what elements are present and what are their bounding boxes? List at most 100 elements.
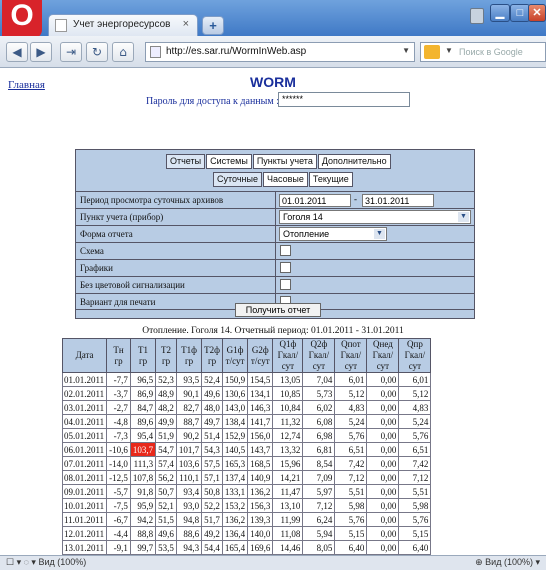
column-header: Т2 гр: [155, 338, 177, 373]
value-cell: 14,46: [272, 540, 304, 555]
value-cell: 51,7: [201, 512, 223, 527]
column-header: Q1ф Гкал/сут: [272, 338, 304, 373]
value-cell: 52,1: [155, 498, 177, 513]
column-header: Qпот Гкал/сут: [334, 338, 368, 373]
value-cell: 51,5: [155, 512, 177, 527]
value-cell: 52,3: [155, 372, 177, 387]
value-cell: 54,3: [201, 442, 223, 457]
tab-hourly[interactable]: Часовые: [262, 172, 308, 187]
value-cell: -10,6: [106, 442, 131, 457]
table-row: 01.01.2011 -7,7 96,5 52,3 93,5 52,4 150,9 154,5…: [61, 372, 432, 387]
value-cell: 54,4: [201, 540, 223, 555]
chevron-down-icon[interactable]: ▼: [402, 46, 410, 55]
close-window-button[interactable]: ✕: [528, 4, 546, 22]
date-from-field[interactable]: 01.01.2011: [279, 194, 351, 207]
value-cell: 5,76: [398, 428, 432, 443]
search-engine-icon[interactable]: [424, 45, 440, 59]
value-cell: 57,1: [201, 470, 223, 485]
column-header: Qнед Гкал/сут: [366, 338, 400, 373]
tab-uchet-energoresursov[interactable]: Учет энергоресурсов ×: [48, 14, 198, 36]
scheme-label: Схема: [80, 246, 104, 256]
tab-current[interactable]: Текущие: [308, 172, 353, 187]
value-cell: 140,5: [221, 442, 249, 457]
report-table: Дата Тн гр Т1 гр Т2 гр Т1ф гр Т2ф гр G1ф т/сут G2ф т/с…: [61, 338, 432, 555]
value-cell: 143,7: [247, 442, 274, 457]
value-cell: 93,0: [175, 498, 203, 513]
back-icon[interactable]: ◀: [6, 42, 28, 62]
chevron-down-icon[interactable]: ▼: [374, 229, 385, 239]
table-body: 01.01.2011 -7,7 96,5 52,3 93,5 52,4 150,9 154,5…: [61, 372, 432, 555]
value-cell: 0,00: [366, 372, 400, 387]
value-cell: 10,84: [272, 400, 304, 415]
get-report-button[interactable]: Получить отчет: [235, 303, 321, 317]
table-row: 06.01.2011 -10,6 103,7 54,7 101,7 54,3 140,5 14…: [61, 442, 432, 457]
search-input[interactable]: ▼ Поиск в Google: [420, 42, 546, 62]
value-cell: 165,3: [221, 456, 249, 471]
value-cell: 136,2: [247, 484, 274, 499]
maximize-button[interactable]: □: [510, 4, 530, 22]
value-cell: -3,7: [106, 386, 131, 401]
value-cell: 95,4: [129, 428, 157, 443]
table-header-row: Дата Тн гр Т1 гр Т2 гр Т1ф гр Т2ф гр G1ф т/сут G2ф т/с…: [61, 338, 432, 373]
status-bar: ☐ ▾ ◌ ▾ Вид (100%) ⊕ Вид (100%) ▾: [0, 555, 546, 570]
value-cell: 110,1: [175, 470, 203, 485]
tab-systems[interactable]: Системы: [206, 154, 252, 169]
address-bar[interactable]: http://es.sar.ru/WormInWeb.asp ▼: [145, 42, 415, 62]
value-cell: -5,7: [106, 484, 131, 499]
value-cell: -12,5: [106, 470, 131, 485]
report-form-value: Отопление: [283, 229, 330, 239]
fast-forward-icon[interactable]: ⇥: [60, 42, 82, 62]
tab-metering-points[interactable]: Пункты учета: [252, 154, 317, 169]
home-icon[interactable]: ⌂: [112, 42, 134, 62]
value-cell: 169,6: [247, 540, 274, 555]
value-cell: 5,98: [334, 498, 368, 513]
value-cell: 94,2: [129, 512, 157, 527]
date-cell: 01.01.2011: [61, 372, 108, 387]
date-cell: 12.01.2011: [61, 526, 108, 541]
opera-menu-button[interactable]: O: [2, 0, 42, 38]
scheme-row: Схема: [76, 242, 474, 259]
forward-icon[interactable]: ▶: [30, 42, 52, 62]
minimize-button[interactable]: ▁: [490, 4, 510, 22]
reload-icon[interactable]: ↻: [86, 42, 108, 62]
no-color-checkbox[interactable]: [280, 279, 291, 290]
close-tab-icon[interactable]: ×: [183, 18, 189, 30]
zoom-control[interactable]: ⊕ Вид (100%) ▾: [475, 557, 540, 568]
value-cell: 88,7: [175, 414, 203, 429]
table-row: 10.01.2011 -7,5 95,9 52,1 93,0 52,2 153,2 156,3…: [61, 498, 432, 513]
value-cell: 5,76: [334, 428, 368, 443]
value-cell: 0,00: [366, 414, 400, 429]
tab-additional[interactable]: Дополнительно: [317, 154, 391, 169]
tab-daily[interactable]: Суточные: [213, 172, 262, 187]
value-cell: 4,83: [398, 400, 432, 415]
period-label: Период просмотра суточных архивов: [80, 195, 224, 205]
date-cell: 11.01.2011: [61, 512, 108, 527]
value-cell: 11,08: [272, 526, 304, 541]
graphs-checkbox[interactable]: [280, 262, 291, 273]
value-cell: 0,00: [366, 526, 400, 541]
value-cell: 0,00: [366, 484, 400, 499]
chevron-down-icon[interactable]: ▼: [458, 212, 469, 222]
value-cell: 6,81: [302, 442, 336, 457]
password-field[interactable]: ******: [278, 92, 410, 107]
address-text: http://es.sar.ru/WormInWeb.asp: [166, 46, 307, 57]
value-cell: 5,98: [398, 498, 432, 513]
value-cell: 93,4: [175, 484, 203, 499]
date-to-field[interactable]: 31.01.2011: [362, 194, 434, 207]
meter-select[interactable]: Гоголя 14 ▼: [279, 210, 471, 224]
trash-icon[interactable]: [470, 8, 484, 24]
value-cell: 140,9: [247, 470, 274, 485]
value-cell: -7,7: [106, 372, 131, 387]
new-tab-button[interactable]: +: [202, 16, 224, 35]
status-left[interactable]: ☐ ▾ ◌ ▾ Вид (100%): [6, 557, 86, 568]
column-header: Т1 гр: [129, 338, 157, 373]
value-cell: -6,7: [106, 512, 131, 527]
value-cell: 101,7: [175, 442, 203, 457]
value-cell: 53,5: [155, 540, 177, 555]
chevron-down-icon[interactable]: ▼: [445, 46, 453, 55]
tab-reports[interactable]: Отчеты: [166, 154, 206, 169]
report-form-select[interactable]: Отопление ▼: [279, 227, 387, 241]
value-cell: 5,76: [334, 512, 368, 527]
value-cell: 48,2: [155, 400, 177, 415]
scheme-checkbox[interactable]: [280, 245, 291, 256]
